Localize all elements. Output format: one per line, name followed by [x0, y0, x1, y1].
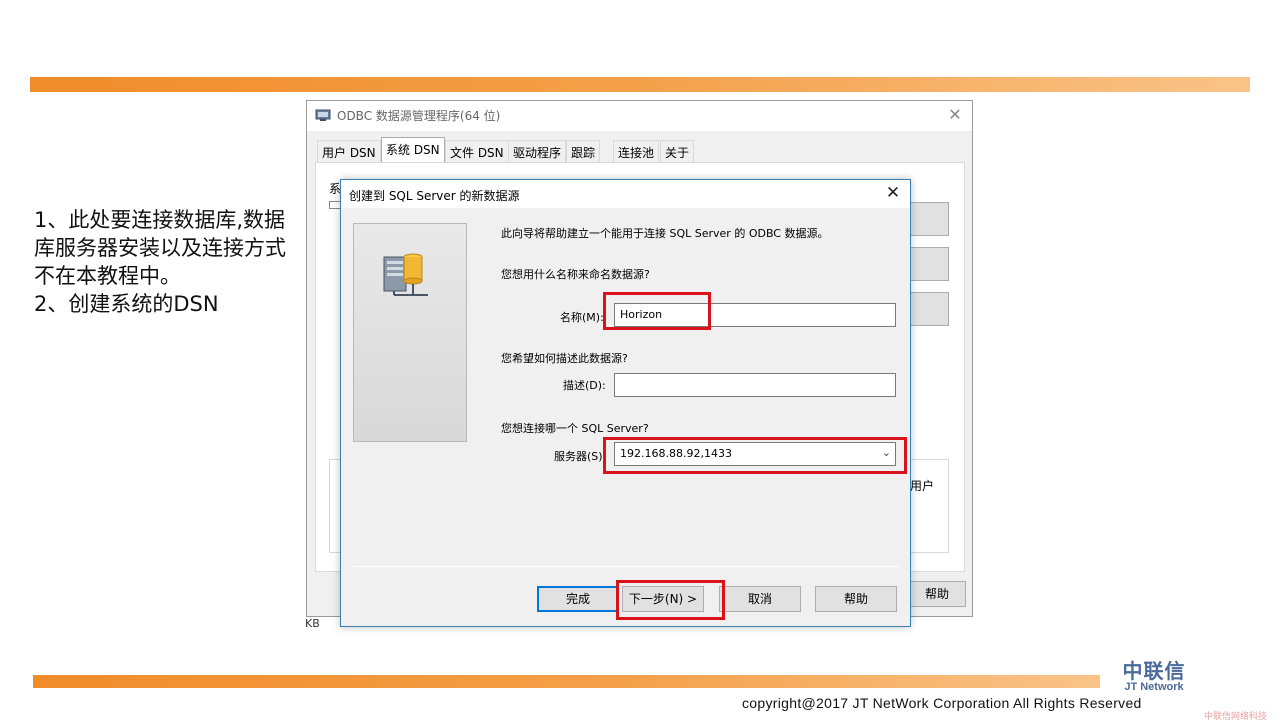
- next-button-highlight-box: [616, 580, 725, 620]
- new-data-source-dialog: 创建到 SQL Server 的新数据源 ✕ 此向导将帮助建立一个能用于连接 S…: [340, 179, 911, 627]
- kb-text-partial: KB: [305, 617, 320, 630]
- wizard-intro-text: 此向导将帮助建立一个能用于连接 SQL Server 的 ODBC 数据源。: [501, 227, 829, 240]
- cancel-button[interactable]: 取消: [719, 586, 801, 612]
- wizard-side-image: [353, 223, 467, 442]
- instruction-line-1: 1、此处要连接数据库,数据库服务器安装以及连接方式不在本教程中。: [34, 208, 286, 288]
- odbc-help-button[interactable]: 帮助: [908, 581, 966, 607]
- dialog-title: 创建到 SQL Server 的新数据源: [349, 189, 520, 203]
- tab-file-dsn[interactable]: 文件 DSN: [445, 140, 509, 162]
- name-question: 您想用什么名称来命名数据源?: [501, 268, 650, 281]
- odbc-info-text-partial: 用户: [910, 479, 935, 493]
- tab-system-dsn[interactable]: 系统 DSN: [381, 137, 445, 162]
- server-label: 服务器(S):: [554, 450, 607, 463]
- odbc-app-icon: [315, 109, 331, 121]
- copyright-text: copyright@2017 JT NetWork Corporation Al…: [742, 695, 1142, 711]
- remove-button[interactable]: [908, 247, 949, 281]
- logo-english-text: JT Network: [1124, 681, 1184, 693]
- name-highlight-box: [603, 292, 711, 330]
- dialog-titlebar: 创建到 SQL Server 的新数据源 ✕: [341, 180, 910, 208]
- watermark-text: 中联信网络科技: [1204, 712, 1268, 720]
- dialog-separator: [353, 566, 899, 567]
- top-accent-bar: [30, 77, 1250, 92]
- finish-button[interactable]: 完成: [537, 586, 619, 612]
- help-button[interactable]: 帮助: [815, 586, 897, 612]
- tab-tracing[interactable]: 跟踪: [566, 140, 601, 162]
- configure-button[interactable]: [908, 292, 949, 326]
- instruction-text: 1、此处要连接数据库,数据库服务器安装以及连接方式不在本教程中。 2、创建系统的…: [34, 206, 304, 318]
- server-highlight-box: [603, 437, 907, 474]
- bottom-accent-bar: [33, 675, 1100, 688]
- logo-chinese-text: 中联信: [1122, 659, 1186, 683]
- odbc-titlebar: ODBC 数据源管理程序(64 位) ✕: [307, 101, 972, 131]
- add-button[interactable]: [908, 202, 949, 236]
- description-input[interactable]: [614, 373, 896, 397]
- name-label: 名称(M):: [560, 311, 604, 324]
- odbc-window-title: ODBC 数据源管理程序(64 位): [337, 109, 501, 123]
- instruction-line-2: 2、创建系统的DSN: [34, 292, 219, 316]
- tab-drivers[interactable]: 驱动程序: [508, 140, 567, 162]
- close-icon[interactable]: ✕: [884, 183, 902, 203]
- tab-about[interactable]: 关于: [660, 140, 695, 162]
- company-logo: 中联信 JT Network: [1104, 660, 1204, 693]
- server-question: 您想连接哪一个 SQL Server?: [501, 422, 649, 435]
- database-server-icon: [383, 253, 428, 296]
- description-question: 您希望如何描述此数据源?: [501, 352, 628, 365]
- close-icon[interactable]: ✕: [946, 105, 964, 124]
- tab-connection-pooling[interactable]: 连接池: [613, 140, 660, 162]
- description-label: 描述(D):: [563, 379, 606, 392]
- tab-user-dsn[interactable]: 用户 DSN: [317, 140, 381, 162]
